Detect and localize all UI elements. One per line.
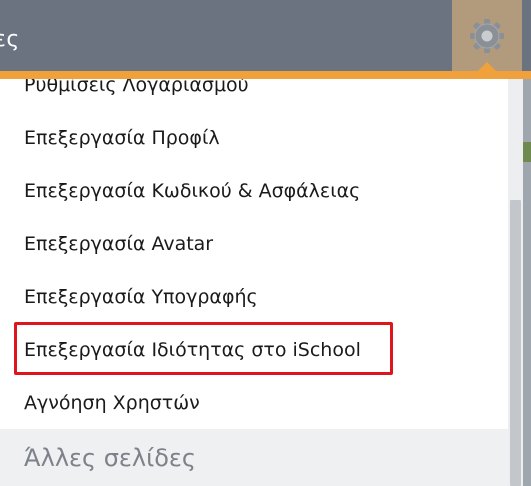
- gear-icon: [470, 19, 504, 53]
- menu-item-account-settings[interactable]: Ρυθμίσεις Λογαριασμού: [24, 79, 249, 97]
- dropdown-scrollbar[interactable]: [508, 79, 523, 486]
- dropdown-accent-strip: [0, 71, 531, 79]
- other-pages-section: Άλλες σελίδες: [0, 429, 508, 486]
- menu-item-edit-ischool-role[interactable]: Επεξεργασία Ιδιότητας στο iSchool: [24, 338, 361, 362]
- screen: ες Ρυθμίσεις Λογαριασμού Επεξεργασία Προ…: [0, 0, 531, 486]
- dropdown-caret: [476, 62, 498, 73]
- menu-item-edit-avatar[interactable]: Επεξεργασία Avatar: [24, 232, 213, 256]
- settings-dropdown-menu: Ρυθμίσεις Λογαριασμού Επεξεργασία Προφίλ…: [0, 79, 508, 486]
- menu-item-ignore-users[interactable]: Αγνόηση Χρηστών: [24, 391, 200, 415]
- menu-item-edit-signature[interactable]: Επεξεργασία Υπογραφής: [24, 285, 258, 309]
- menu-item-edit-password-security[interactable]: Επεξεργασία Κωδικού & Ασφάλειας: [24, 179, 360, 203]
- section-title-other-pages: Άλλες σελίδες: [24, 444, 196, 472]
- scrollbar-thumb[interactable]: [510, 200, 521, 486]
- nav-title-fragment[interactable]: ες: [0, 27, 20, 53]
- menu-item-edit-profile[interactable]: Επεξεργασία Προφίλ: [24, 126, 220, 150]
